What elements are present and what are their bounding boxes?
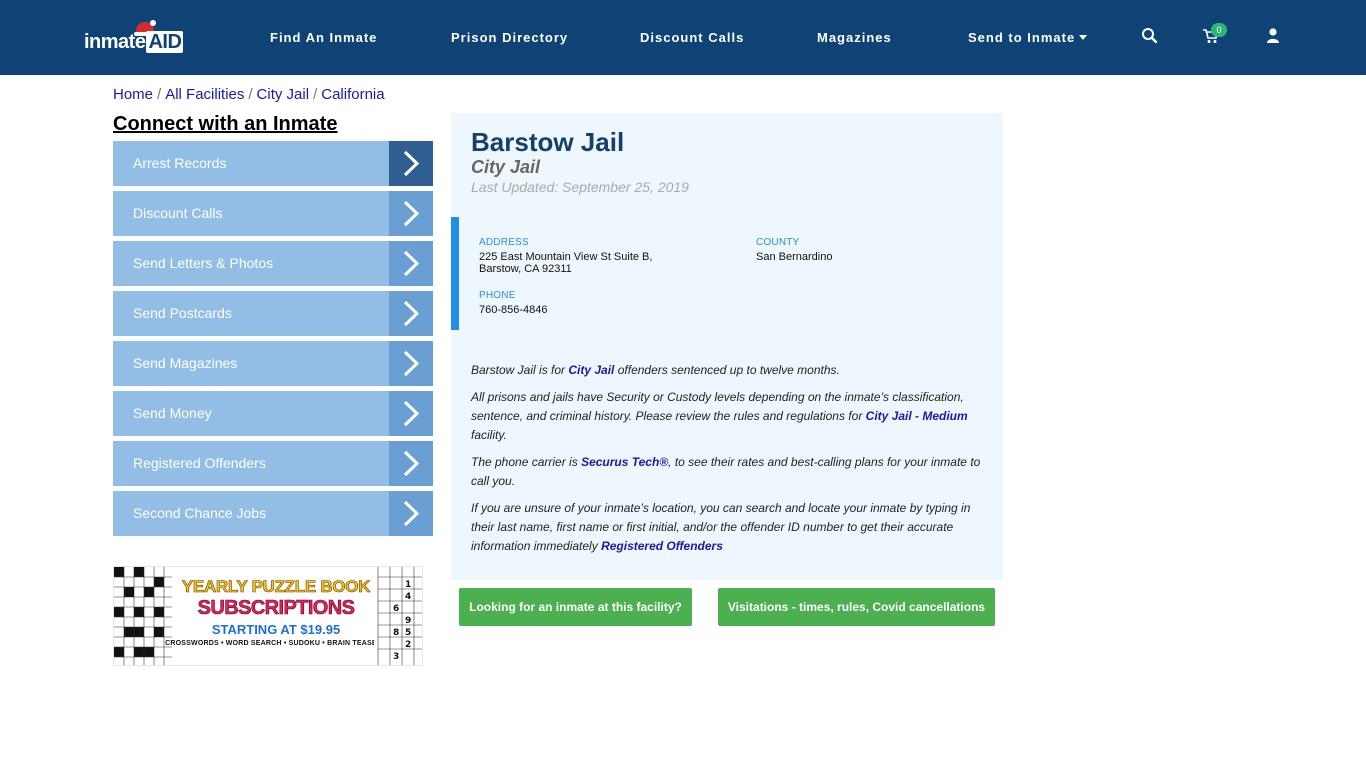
sidebar-item-send-postcards[interactable]: Send Postcards [113, 291, 433, 336]
sidebar-item-label: Send Letters & Photos [133, 255, 274, 271]
puzzle-book-banner[interactable]: YEARLY PUZZLE BOOK SUBSCRIPTIONS STARTIN… [113, 566, 423, 666]
crossword-grid-image [114, 567, 172, 665]
visitation-info-button[interactable]: Visitations - times, rules, Covid cancel… [718, 588, 995, 626]
facility-type: City Jail [471, 157, 541, 177]
nav-prison-directory[interactable]: Prison Directory [451, 30, 568, 45]
phone-value[interactable]: 760-856-4846 [479, 304, 548, 317]
sidebar-item-send-letters-photos[interactable]: Send Letters & Photos [113, 241, 433, 286]
description-paragraph: If you are unsure of your inmate’s locat… [471, 501, 971, 553]
sidebar-item-discount-calls[interactable]: Discount Calls [113, 191, 433, 236]
city-jail-link[interactable]: City Jail [568, 363, 614, 377]
info-accent-bar [451, 217, 459, 330]
sidebar-item-label: Send Money [133, 405, 212, 421]
description-paragraph: Barstow Jail is for City Jail offenders … [471, 363, 840, 377]
county-label: COUNTY [756, 237, 800, 248]
last-updated: Last Updated: September 25, 2019 [471, 179, 689, 195]
sidebar-item-second-chance-jobs[interactable]: Second Chance Jobs [113, 491, 433, 536]
sidebar-title: Connect with an Inmate [113, 113, 338, 135]
registered-offenders-link[interactable]: Registered Offenders [601, 539, 723, 553]
svg-text:9: 9 [405, 616, 411, 626]
banner-price: STARTING AT $19.95 [211, 622, 341, 637]
top-navbar: inmate AID Find An Inmate Prison Director… [0, 0, 1366, 75]
nav-send-to-inmate[interactable]: Send to Inmate [968, 30, 1088, 45]
search-icon[interactable] [1141, 27, 1159, 45]
chevron-right-icon [389, 291, 433, 336]
breadcrumb-city-jail[interactable]: City Jail [257, 86, 310, 103]
svg-text:2: 2 [405, 640, 411, 650]
banner-categories: CROSSWORDS • WORD SEARCH • SUDOKU • BRAI… [165, 640, 387, 647]
sidebar-item-label: Send Postcards [133, 305, 232, 321]
sidebar-item-arrest-records[interactable]: Arrest Records [113, 141, 433, 186]
nav-find-an-inmate[interactable]: Find An Inmate [270, 30, 377, 45]
breadcrumb-california[interactable]: California [321, 86, 384, 103]
facility-name: Barstow Jail [471, 127, 625, 157]
banner-headline: YEARLY PUZZLE BOOK [181, 577, 371, 597]
svg-text:4: 4 [405, 592, 411, 602]
sidebar-item-label: Arrest Records [133, 155, 227, 171]
phone-label: PHONE [479, 290, 516, 301]
facility-description: Barstow Jail is for City Jail offenders … [471, 361, 986, 564]
breadcrumb-all-facilities[interactable]: All Facilities [165, 86, 244, 103]
sidebar-item-send-money[interactable]: Send Money [113, 391, 433, 436]
address-label: ADDRESS [479, 237, 529, 248]
svg-text:1: 1 [405, 580, 411, 590]
svg-text:8: 8 [393, 628, 399, 638]
svg-text:3: 3 [393, 652, 399, 662]
nav-send-to-inmate-label: Send to Inmate [968, 30, 1076, 45]
facility-card: Barstow Jail City Jail Last Updated: Sep… [451, 113, 1003, 580]
nav-magazines[interactable]: Magazines [817, 30, 892, 45]
banner-subscriptions: SUBSCRIPTIONS [197, 597, 355, 620]
inmateaid-logo[interactable]: inmate AID [84, 20, 184, 56]
sidebar-item-label: Discount Calls [133, 205, 223, 221]
address-line2: Barstow, CA 92311 [479, 263, 572, 275]
description-paragraph: All prisons and jails have Security or C… [471, 390, 968, 442]
sidebar-item-label: Registered Offenders [133, 455, 266, 471]
chevron-right-icon [389, 491, 433, 536]
breadcrumb-home[interactable]: Home [113, 86, 153, 103]
svg-text:6: 6 [393, 604, 399, 614]
user-icon[interactable] [1264, 27, 1282, 45]
logo-text: inmate AID [84, 31, 184, 53]
sidebar-menu: Arrest Records Discount Calls Send Lette… [113, 141, 433, 541]
svg-text:5: 5 [405, 628, 411, 638]
chevron-right-icon [389, 441, 433, 486]
chevron-right-icon [389, 241, 433, 286]
facility-info-box: ADDRESS 225 East Mountain View St Suite … [451, 217, 1003, 330]
county-value: San Bernardino [756, 251, 833, 263]
description-paragraph: The phone carrier is Securus Tech®, to s… [471, 455, 981, 488]
sudoku-grid-image: 1 469 5823 [374, 567, 422, 665]
sidebar-item-label: Second Chance Jobs [133, 505, 267, 521]
nav-discount-calls[interactable]: Discount Calls [640, 30, 744, 45]
breadcrumb: Home / All Facilities / City Jail / California [113, 86, 385, 103]
find-inmate-at-facility-button[interactable]: Looking for an inmate at this facility? [459, 588, 692, 626]
caret-down-icon [1079, 35, 1088, 40]
sidebar-item-send-magazines[interactable]: Send Magazines [113, 341, 433, 386]
securus-tech-link[interactable]: Securus Tech® [581, 455, 668, 469]
chevron-right-icon [389, 391, 433, 436]
sidebar-item-registered-offenders[interactable]: Registered Offenders [113, 441, 433, 486]
city-jail-medium-link[interactable]: City Jail - Medium [866, 409, 968, 423]
chevron-right-icon [389, 191, 433, 236]
chevron-right-icon [389, 341, 433, 386]
cart-count-badge: 0 [1211, 23, 1227, 37]
chevron-right-icon [389, 141, 433, 186]
sidebar-item-label: Send Magazines [133, 355, 238, 371]
